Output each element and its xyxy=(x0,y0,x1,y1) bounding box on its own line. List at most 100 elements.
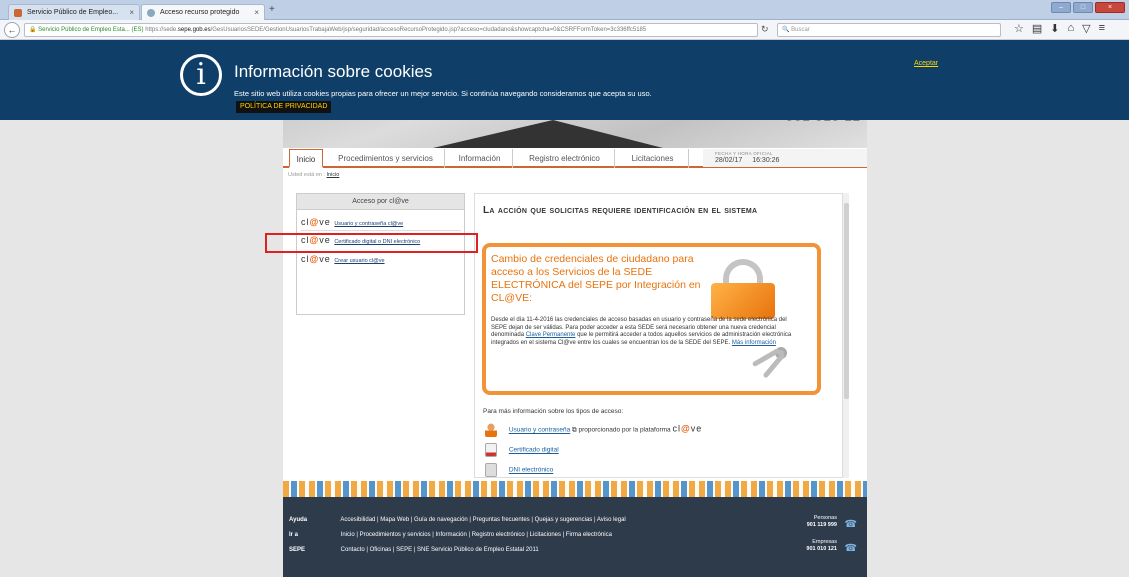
dni-link[interactable]: DNI electrónico xyxy=(509,467,553,474)
sepe-favicon-icon xyxy=(14,9,22,17)
globe-icon xyxy=(147,9,155,17)
clave-logo: cl@ve xyxy=(301,217,331,227)
breadcrumb-link[interactable]: Inicio xyxy=(327,172,340,178)
clave-logo: cl@ve xyxy=(672,423,703,434)
access-option-user[interactable]: cl@ve Usuario y contraseña cl@ve xyxy=(301,217,461,231)
phone-empresas: Empresas 901 010 121 xyxy=(806,539,837,552)
date: 28/02/17 xyxy=(715,157,743,164)
external-link-icon: ⧉ xyxy=(572,426,577,434)
toolbar-icons: ☆ ▤ ⬇ ⌂ ▽ ≡ xyxy=(1014,22,1105,35)
window-close-button[interactable]: × xyxy=(1095,2,1125,13)
search-input[interactable]: 🔍 Buscar xyxy=(777,23,1001,37)
padlock-icon xyxy=(711,259,775,319)
star-icon[interactable]: ☆ xyxy=(1014,22,1024,35)
phone-icon: ☎ xyxy=(844,519,857,530)
home-icon[interactable]: ⌂ xyxy=(1068,22,1075,35)
tab-label: Acceso recurso protegido xyxy=(160,9,240,16)
access-option-label[interactable]: Usuario y contraseña cl@ve xyxy=(334,221,403,227)
phone-icon: ☎ xyxy=(844,543,857,554)
breadcrumb: Usted está en : Inicio xyxy=(288,172,339,178)
tab-informacion[interactable]: Información xyxy=(447,149,513,168)
cookie-text-block: Este sitio web utiliza cookies propias p… xyxy=(234,88,704,113)
lock-icon: 🔒 xyxy=(29,27,39,33)
access-type-dni: DNI electrónico xyxy=(485,463,553,477)
footer-row-sepe: SEPE Contacto | Oficinas | SEPE | SNE Se… xyxy=(289,547,539,553)
footer-label: Ayuda xyxy=(289,517,308,523)
highlight-box xyxy=(265,233,478,253)
back-icon[interactable]: ← xyxy=(4,22,20,38)
close-icon[interactable]: × xyxy=(254,8,259,17)
window-controls: – □ × xyxy=(1051,2,1125,13)
minimize-button[interactable]: – xyxy=(1051,2,1071,13)
close-icon[interactable]: × xyxy=(129,8,134,17)
footer-links[interactable]: Contacto | Oficinas | SEPE | SNE Servici… xyxy=(341,547,539,553)
tab-licitaciones[interactable]: Licitaciones xyxy=(617,149,689,168)
footer-row-help: Ayuda Accesibilidad | Mapa Web | Guía de… xyxy=(289,517,626,523)
site-identity: Servicio Público de Empleo Esta... (ES) xyxy=(38,27,144,33)
access-type-user: Usuario y contraseña ⧉ proporcionado por… xyxy=(485,423,702,441)
tab-procedimientos[interactable]: Procedimientos y servicios xyxy=(327,149,445,168)
page-heading: La acción que solicitas requiere identif… xyxy=(483,205,758,216)
notice-text: Desde el día 11-4-2016 las credenciales … xyxy=(491,317,792,346)
footer-label: SEPE xyxy=(289,547,306,553)
footer-label: Ir a xyxy=(289,532,299,538)
access-option-create[interactable]: cl@ve Crear usuario cl@ve xyxy=(301,254,461,268)
breadcrumb-prefix: Usted está en : xyxy=(288,172,325,178)
tab-registro[interactable]: Registro electrónico xyxy=(515,149,615,168)
certificate-link[interactable]: Certificado digital xyxy=(509,447,559,454)
privacy-link[interactable]: POLÍTICA DE PRIVACIDAD xyxy=(236,101,332,113)
clave-logo: cl@ve xyxy=(301,254,331,264)
main-nav: Inicio Procedimientos y servicios Inform… xyxy=(283,148,867,168)
access-types-intro: Para más información sobre los tipos de … xyxy=(483,408,624,415)
notice-title: Cambio de credenciales de ciudadano para… xyxy=(491,253,701,304)
cookie-text: Este sitio web utiliza cookies propias p… xyxy=(234,89,652,98)
main-content: Inicio Procedimientos y servicios Inform… xyxy=(283,148,867,481)
notice-box: Cambio de credenciales de ciudadano para… xyxy=(482,243,821,395)
tab-inicio[interactable]: Inicio xyxy=(289,149,323,168)
cookie-title: Información sobre cookies xyxy=(234,62,433,81)
url-host: sepe.gob.es xyxy=(177,27,211,33)
time: 16:30:26 xyxy=(752,157,780,164)
footer-row-goto: Ir a Inicio | Procedimientos y servicios… xyxy=(289,532,612,538)
user-password-link[interactable]: Usuario y contraseña xyxy=(509,427,570,434)
browser-navbar: ← 🔒 Servicio Público de Empleo Esta... (… xyxy=(0,20,1129,40)
browser-tabbar: Servicio Público de Empleo... × Acceso r… xyxy=(0,0,1129,20)
cookie-banner: i Información sobre cookies Este sitio w… xyxy=(0,40,1129,120)
more-info-link[interactable]: Más información xyxy=(732,340,776,346)
access-option-label[interactable]: Crear usuario cl@ve xyxy=(334,258,384,264)
reload-icon[interactable]: ↻ xyxy=(761,24,769,35)
maximize-button[interactable]: □ xyxy=(1073,2,1093,13)
phone-personas: Personas 901 119 999 xyxy=(806,515,837,528)
tab-label: Servicio Público de Empleo... xyxy=(27,9,119,16)
menu-icon[interactable]: ≡ xyxy=(1099,22,1105,35)
new-tab-icon[interactable]: + xyxy=(269,4,275,15)
accept-cookies-link[interactable]: Aceptar xyxy=(914,60,938,67)
access-title: Acceso por cl@ve xyxy=(297,194,464,210)
tab-acceso-recurso[interactable]: Acceso recurso protegido × xyxy=(141,4,265,20)
official-datetime: FECHA Y HORA OFICIAL 28/02/17 16:30:26 xyxy=(703,149,867,167)
footer-links[interactable]: Inicio | Procedimientos y servicios | In… xyxy=(341,532,612,538)
content-panel: La acción que solicitas requiere identif… xyxy=(474,193,849,478)
dni-icon xyxy=(485,463,497,477)
certificate-icon xyxy=(485,443,497,457)
access-panel: Acceso por cl@ve cl@ve Usuario y contras… xyxy=(296,193,465,315)
download-icon[interactable]: ⬇ xyxy=(1050,22,1059,35)
decorative-strip xyxy=(283,481,867,497)
url-path: /GesUsuariosSEDE/GestionUsuariosTrabajaW… xyxy=(210,27,647,33)
search-placeholder: Buscar xyxy=(791,27,810,33)
scrollbar-thumb[interactable] xyxy=(844,203,849,399)
user-icon xyxy=(485,423,497,437)
padlock-body xyxy=(711,283,775,319)
keys-icon xyxy=(751,347,791,379)
clave-permanente-link[interactable]: Clave Permanente xyxy=(526,332,576,338)
content-scrollbar[interactable] xyxy=(842,193,849,478)
tab-servicio-publico[interactable]: Servicio Público de Empleo... × xyxy=(8,4,140,20)
info-icon: i xyxy=(180,54,222,96)
access-type-certificate: Certificado digital xyxy=(485,443,559,461)
hero-shape xyxy=(433,120,663,148)
footer-links[interactable]: Accesibilidad | Mapa Web | Guía de naveg… xyxy=(340,517,625,523)
url-bar[interactable]: 🔒 Servicio Público de Empleo Esta... (ES… xyxy=(24,23,758,37)
url-prefix: https://sede. xyxy=(145,27,178,33)
pocket-icon[interactable]: ▽ xyxy=(1082,22,1090,35)
clipboard-icon[interactable]: ▤ xyxy=(1032,22,1042,35)
